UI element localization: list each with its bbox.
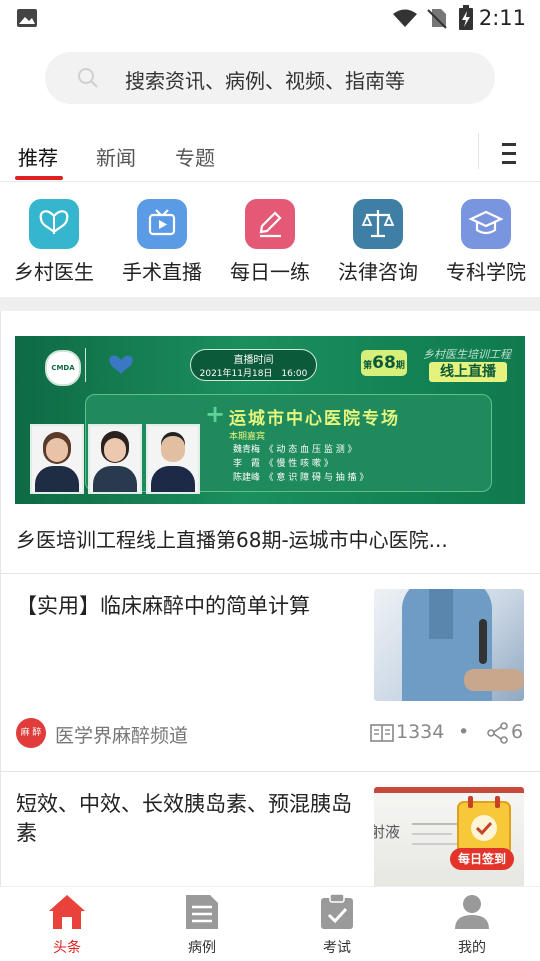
article-thumbnail[interactable] bbox=[374, 589, 524, 701]
bottom-navigation: 头条 病例 考试 我的 bbox=[0, 886, 540, 961]
cmda-logo: CMDA bbox=[45, 350, 81, 386]
nav-exam[interactable]: 考试 bbox=[297, 893, 377, 957]
category-label-rural-doctor[interactable]: 乡村医生 bbox=[0, 256, 109, 285]
venue-title: 运城市中心医院专场 bbox=[229, 409, 400, 429]
article-source[interactable]: 医学界麻醉频道 bbox=[55, 721, 188, 748]
guest-portrait bbox=[30, 424, 84, 494]
issue-badge: 第68期 bbox=[361, 350, 407, 376]
menu-icon[interactable] bbox=[500, 142, 520, 166]
search-bar[interactable]: 搜索资讯、病例、视频、指南等 bbox=[45, 52, 495, 104]
guest-portrait bbox=[146, 424, 200, 494]
guest-topic: 《 慢 性 咳 嗽 》 bbox=[269, 459, 333, 469]
guest-topic: 《 动 态 血 压 监 测 》 bbox=[269, 445, 357, 455]
live-time-label: 直播时间 bbox=[233, 355, 274, 366]
tv-icon bbox=[148, 209, 176, 236]
butterfly-icon bbox=[39, 210, 69, 234]
live-banner-image[interactable]: CMDA 直播时间 2021年11月18日 16:00 第68期 乡村医生培训工… bbox=[15, 336, 525, 504]
program-name: 乡村医生培训工程 bbox=[423, 348, 511, 361]
banner-caption[interactable]: 乡医培训工程线上直播第68期-运城市中心医院... bbox=[16, 524, 526, 553]
source-logo: 麻 醉 bbox=[16, 718, 46, 748]
rural-doctor-logo bbox=[109, 355, 133, 374]
guest-name: 陈建峰 bbox=[233, 473, 261, 483]
thumbnail-text: 射液 bbox=[374, 823, 401, 841]
tab-divider bbox=[478, 133, 479, 169]
search-placeholder: 搜索资讯、病例、视频、指南等 bbox=[125, 69, 405, 93]
share-count: 6 bbox=[511, 721, 524, 743]
guest-name: 李 霞 bbox=[233, 459, 261, 469]
tab-recommended[interactable]: 推荐 bbox=[18, 142, 58, 171]
nav-label-headlines: 头条 bbox=[53, 940, 81, 956]
nav-label-exam: 考试 bbox=[323, 940, 351, 956]
category-label-daily-practice[interactable]: 每日一练 bbox=[215, 256, 325, 285]
plus-icon: + bbox=[205, 400, 226, 428]
case-file-icon bbox=[186, 895, 218, 929]
wifi-icon bbox=[393, 9, 417, 27]
category-label-surgery-live[interactable]: 手术直播 bbox=[107, 256, 217, 285]
guest-topic: 《 意 识 障 碍 与 抽 搐 》 bbox=[269, 473, 369, 483]
read-count: 1334 bbox=[396, 721, 445, 743]
tab-news[interactable]: 新闻 bbox=[96, 142, 136, 171]
logo-divider bbox=[85, 348, 86, 382]
nav-cases[interactable]: 病例 bbox=[162, 893, 242, 957]
category-rural-doctor[interactable] bbox=[29, 199, 79, 249]
guests-label: 本期嘉宾 bbox=[229, 432, 266, 442]
guest-portrait bbox=[88, 424, 142, 494]
scales-icon bbox=[361, 210, 395, 238]
daily-checkin-label: 每日签到 bbox=[450, 848, 514, 870]
nav-profile[interactable]: 我的 bbox=[432, 893, 512, 957]
category-daily-practice[interactable] bbox=[245, 199, 295, 249]
status-time: 2:11 bbox=[478, 6, 526, 30]
nav-label-cases: 病例 bbox=[188, 940, 216, 956]
guest-name: 魏青梅 bbox=[233, 445, 261, 455]
status-bar: 2:11 bbox=[0, 0, 540, 38]
tab-topics[interactable]: 专题 bbox=[175, 142, 215, 171]
tab-bar-border bbox=[0, 181, 540, 182]
graduation-cap-icon bbox=[468, 210, 504, 235]
exam-clipboard-icon bbox=[321, 893, 353, 929]
guest-list: 魏青梅 《 动 态 血 压 监 测 》 李 霞 《 慢 性 咳 嗽 》 陈建峰 … bbox=[233, 443, 368, 485]
live-time-value: 2021年11月18日 16:00 bbox=[199, 369, 308, 379]
category-label-specialty-academy[interactable]: 专科学院 bbox=[431, 256, 540, 285]
live-time-box: 直播时间 2021年11月18日 16:00 bbox=[190, 349, 317, 381]
battery-charging-icon bbox=[459, 5, 473, 30]
home-icon bbox=[49, 895, 85, 929]
category-label-legal-consult[interactable]: 法律咨询 bbox=[323, 256, 433, 285]
article-title[interactable]: 【实用】临床麻醉中的简单计算 bbox=[16, 592, 361, 621]
no-sim-icon bbox=[427, 9, 447, 29]
share-icon[interactable] bbox=[486, 722, 510, 744]
read-count-icon bbox=[370, 724, 394, 742]
article-title[interactable]: 短效、中效、长效胰岛素、预混胰岛素 bbox=[16, 790, 361, 848]
search-icon bbox=[78, 68, 98, 88]
live-badge: 线上直播 bbox=[429, 362, 507, 382]
daily-checkin-badge[interactable]: 每日签到 bbox=[448, 794, 520, 874]
category-legal-consult[interactable] bbox=[353, 199, 403, 249]
gallery-notification-icon bbox=[17, 9, 37, 27]
meta-separator: • bbox=[458, 721, 470, 743]
section-divider bbox=[0, 297, 540, 311]
category-surgery-live[interactable] bbox=[137, 199, 187, 249]
active-tab-indicator bbox=[15, 176, 63, 180]
nav-headlines[interactable]: 头条 bbox=[27, 893, 107, 957]
pencil-icon bbox=[259, 211, 282, 238]
nav-label-profile: 我的 bbox=[458, 940, 486, 956]
user-icon bbox=[455, 895, 489, 929]
category-specialty-academy[interactable] bbox=[461, 199, 511, 249]
